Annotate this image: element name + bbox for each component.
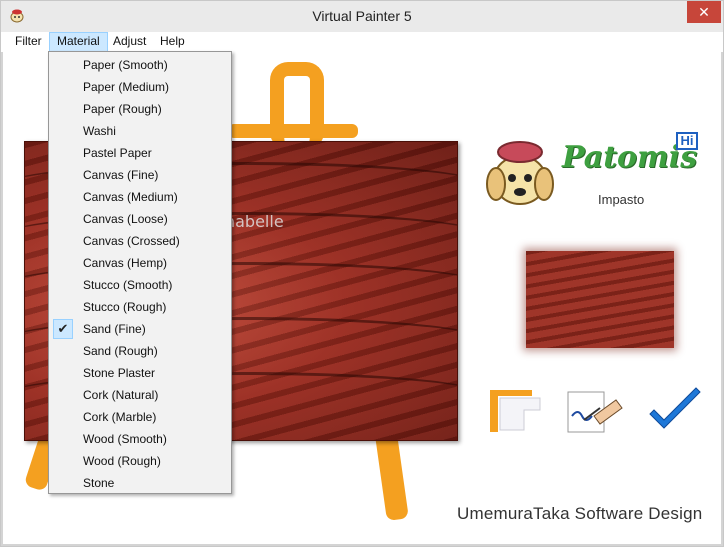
menu-option[interactable]: Washi <box>50 120 230 142</box>
menu-option[interactable]: Canvas (Fine) <box>50 164 230 186</box>
easel-crossbar <box>228 124 358 138</box>
menu-filter[interactable]: Filter <box>8 32 49 52</box>
menu-adjust[interactable]: Adjust <box>106 32 153 52</box>
brand-footer: UmemuraTaka Software Design <box>457 504 703 523</box>
mascot-dog-icon <box>486 141 554 205</box>
texture-preview <box>526 251 674 348</box>
signature-icon[interactable] <box>566 386 624 440</box>
check-icon: ✔ <box>53 319 73 339</box>
checkmark-icon[interactable] <box>646 386 704 440</box>
close-button[interactable]: ✕ <box>687 1 721 23</box>
title-bar[interactable]: Virtual Painter 5 ✕ <box>1 1 723 32</box>
menu-option[interactable]: Stone <box>50 472 230 494</box>
menu-option[interactable]: Canvas (Medium) <box>50 186 230 208</box>
menu-option[interactable]: Stucco (Smooth) <box>50 274 230 296</box>
frame-icon[interactable] <box>488 386 546 440</box>
menu-bar: Filter Material Adjust Help <box>1 32 723 52</box>
material-dropdown: Paper (Smooth) Paper (Medium) Paper (Rou… <box>48 51 232 494</box>
logo-hi-badge: Hi <box>676 132 698 150</box>
menu-option[interactable]: Wood (Rough) <box>50 450 230 472</box>
menu-option[interactable]: Stone Plaster <box>50 362 230 384</box>
menu-option[interactable]: Paper (Rough) <box>50 98 230 120</box>
menu-option[interactable]: Paper (Smooth) <box>50 54 230 76</box>
menu-option[interactable]: Cork (Marble) <box>50 406 230 428</box>
menu-material[interactable]: Material <box>49 32 108 52</box>
menu-option-label: Sand (Fine) <box>83 322 146 336</box>
menu-option[interactable]: Canvas (Loose) <box>50 208 230 230</box>
window-title: Virtual Painter 5 <box>312 8 412 24</box>
menu-option[interactable]: Sand (Rough) <box>50 340 230 362</box>
menu-option[interactable]: Canvas (Hemp) <box>50 252 230 274</box>
menu-help[interactable]: Help <box>153 32 192 52</box>
menu-option[interactable]: Cork (Natural) <box>50 384 230 406</box>
menu-option[interactable]: Wood (Smooth) <box>50 428 230 450</box>
mode-label: Impasto <box>598 192 645 207</box>
menu-option[interactable]: Canvas (Crossed) <box>50 230 230 252</box>
menu-option-checked[interactable]: ✔ Sand (Fine) <box>50 318 230 340</box>
menu-option[interactable]: Pastel Paper <box>50 142 230 164</box>
menu-option[interactable]: Stucco (Rough) <box>50 296 230 318</box>
menu-option[interactable]: Paper (Medium) <box>50 76 230 98</box>
